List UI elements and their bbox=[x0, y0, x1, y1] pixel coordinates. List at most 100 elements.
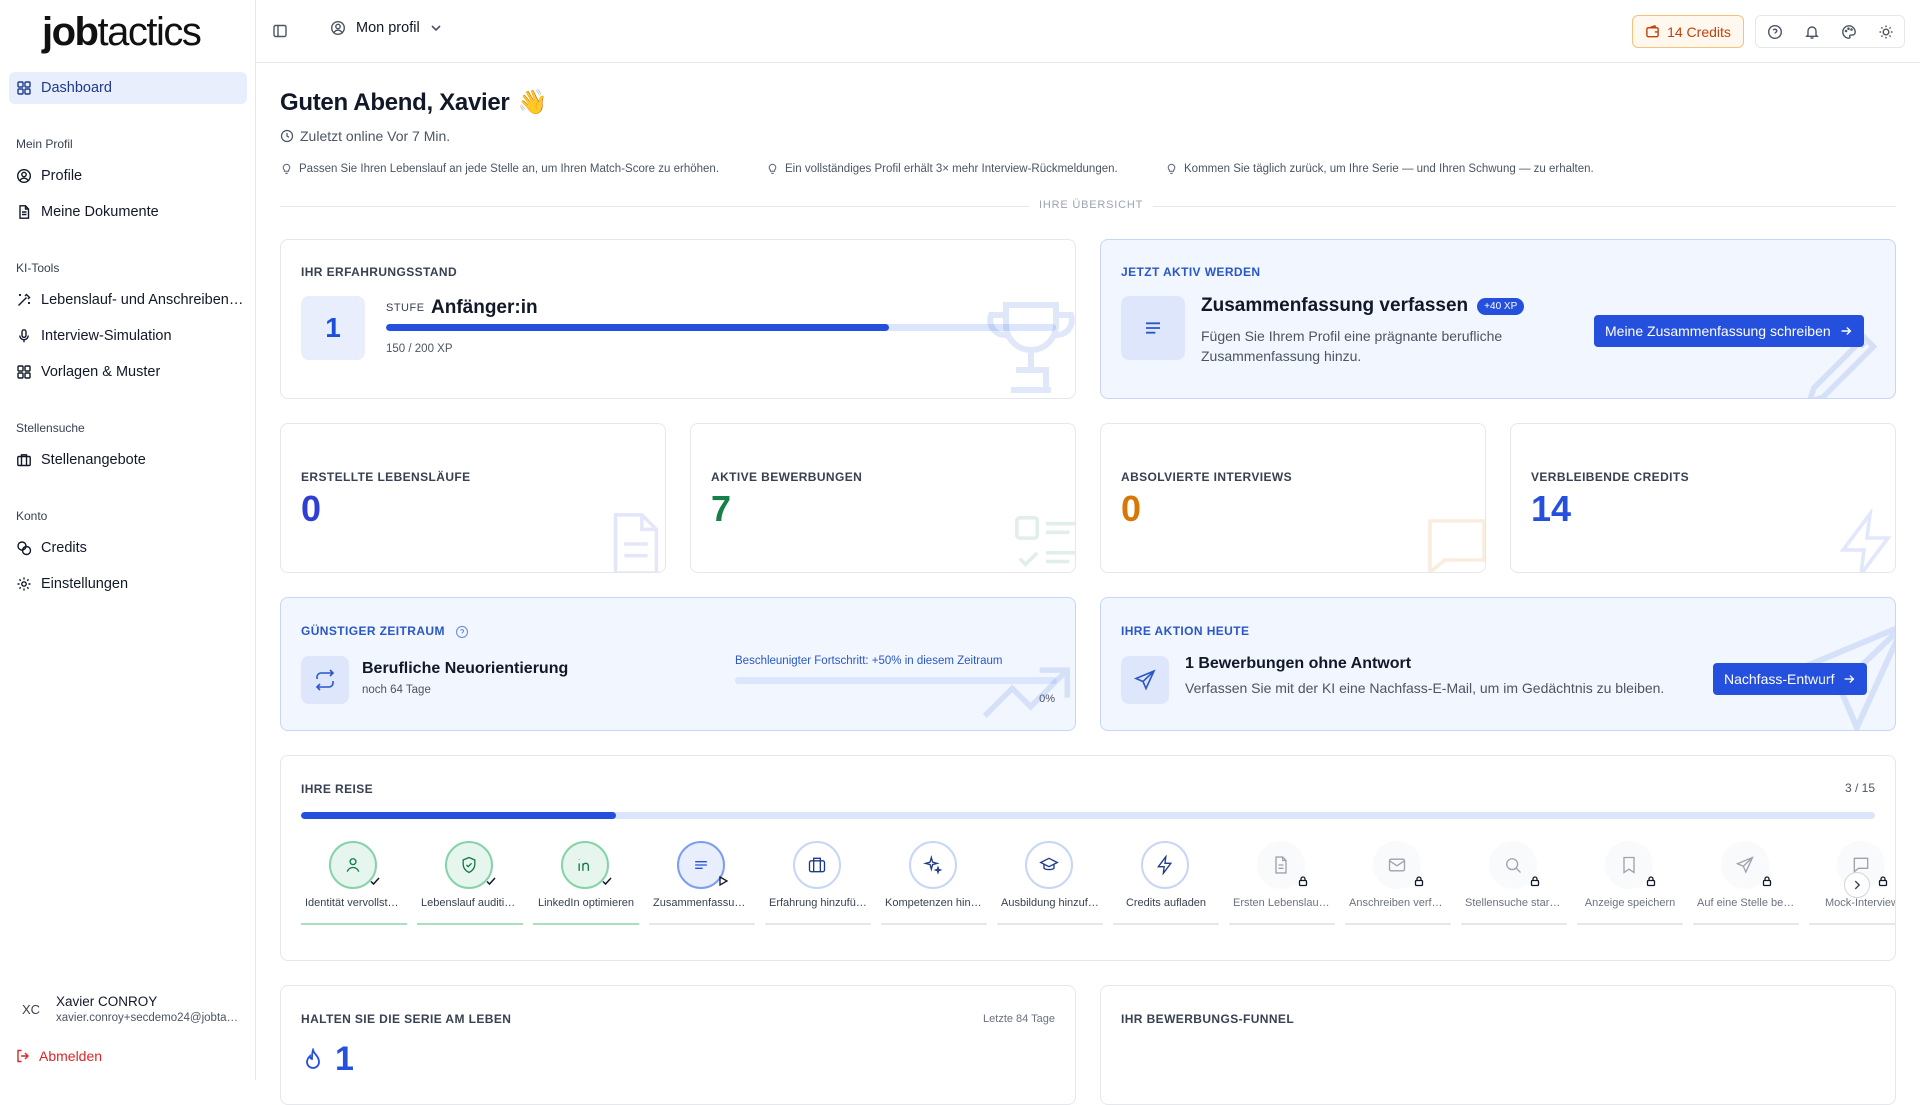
paper-plane-icon bbox=[1791, 625, 1895, 730]
stat-value: 0 bbox=[1121, 488, 1142, 529]
step-underline bbox=[881, 923, 987, 925]
step-icon-circle bbox=[1141, 841, 1189, 889]
logout-button[interactable]: Abmelden bbox=[15, 1048, 102, 1064]
templates-grid-icon bbox=[17, 365, 31, 379]
step-underline bbox=[1809, 923, 1895, 925]
xp-progress-bar bbox=[386, 324, 1056, 331]
search-icon bbox=[1506, 858, 1521, 873]
sidebar-item-profile[interactable]: Profile bbox=[9, 160, 247, 192]
streak-counter: 1 bbox=[301, 1040, 354, 1079]
stat-card-applications: AKTIVE BEWERBUNGEN 7 bbox=[690, 423, 1076, 573]
today-description: Verfassen Sie mit der KI eine Nachfass-E… bbox=[1185, 680, 1665, 696]
sidebar-item-settings[interactable]: Einstellungen bbox=[9, 568, 247, 600]
graduation-cap-icon bbox=[1039, 857, 1059, 871]
repeat-icon bbox=[315, 669, 335, 691]
journey-step[interactable]: Anschreiben verfassen bbox=[1345, 841, 1451, 927]
period-remaining: noch 64 Tage bbox=[362, 684, 431, 696]
card-title: IHRE REISE bbox=[301, 782, 374, 796]
sidebar-item-interview[interactable]: Interview-Simulation bbox=[9, 320, 247, 352]
streak-range: Letzte 84 Tage bbox=[983, 1013, 1055, 1025]
experience-card: IHR ERFAHRUNGSSTAND 1 STUFE Anfänger:in … bbox=[280, 239, 1076, 399]
pen-icon bbox=[1807, 333, 1878, 398]
stat-card-credits: VERBLEIBENDE CREDITS 14 bbox=[1510, 423, 1896, 573]
step-status-mark bbox=[485, 875, 497, 887]
step-label: Erfahrung hinzufügen bbox=[769, 897, 871, 909]
help-circle-icon[interactable] bbox=[455, 625, 469, 639]
coins-icon bbox=[17, 541, 32, 556]
journey-step[interactable]: Kompetenzen hinzufügen bbox=[881, 841, 987, 927]
sidebar-item-credits[interactable]: Credits bbox=[9, 532, 247, 564]
journey-step[interactable]: Credits aufladen bbox=[1113, 841, 1219, 927]
step-label: Identität vervollständigen bbox=[305, 897, 407, 909]
step-status-mark bbox=[1529, 875, 1541, 887]
jobtactics-logo[interactable]: jobtactics bbox=[42, 10, 202, 55]
today-headline: 1 Bewerbungen ohne Antwort bbox=[1185, 655, 1412, 672]
sidebar-item-templates[interactable]: Vorlagen & Muster bbox=[9, 356, 247, 388]
step-underline bbox=[649, 923, 755, 925]
user-card[interactable]: XC Xavier CONROY xavier.conroy+secdemo24… bbox=[14, 992, 241, 1026]
stat-card-interviews: ABSOLVIERTE INTERVIEWS 0 bbox=[1100, 423, 1486, 573]
journey-step[interactable]: Anzeige speichern bbox=[1577, 841, 1683, 927]
journey-step[interactable]: Auf eine Stelle bewerben bbox=[1693, 841, 1799, 927]
sidebar-item-dashboard[interactable]: Dashboard bbox=[9, 72, 247, 104]
journey-step[interactable]: Stellensuche starten bbox=[1461, 841, 1567, 927]
today-action-card: IHRE AKTION HEUTE 1 Bewerbungen ohne Ant… bbox=[1100, 597, 1896, 731]
journey-step[interactable]: Identität vervollständigen bbox=[301, 841, 407, 927]
sidebar-item-label: Profile bbox=[41, 168, 83, 184]
xp-badge: +40 XP bbox=[1477, 297, 1525, 315]
tip: Ein vollständiges Profil erhält 3× mehr … bbox=[766, 162, 1118, 175]
step-label: Credits aufladen bbox=[1125, 897, 1207, 909]
clock-icon bbox=[280, 129, 294, 143]
magic-wand-icon bbox=[18, 293, 31, 306]
section-label: IHRE ÜBERSICHT bbox=[1029, 199, 1154, 211]
journey-step[interactable]: Lebenslauf auditieren bbox=[417, 841, 523, 927]
lightbulb-icon bbox=[1167, 163, 1176, 174]
chevron-right-icon bbox=[1854, 880, 1861, 890]
tip-text: Ein vollständiges Profil erhält 3× mehr … bbox=[785, 162, 1118, 175]
microphone-icon bbox=[19, 329, 29, 343]
step-status-mark bbox=[717, 875, 729, 887]
journey-step[interactable]: LinkedIn optimieren bbox=[533, 841, 639, 927]
lock-icon bbox=[1298, 876, 1308, 887]
user-circle-icon bbox=[16, 168, 32, 184]
lock-icon bbox=[1414, 876, 1424, 887]
step-underline bbox=[1577, 923, 1683, 925]
journey-step[interactable]: Erfahrung hinzufügen bbox=[765, 841, 871, 927]
scroll-right-button[interactable] bbox=[1844, 872, 1870, 898]
sparkles-icon bbox=[923, 855, 943, 875]
logout-label: Abmelden bbox=[39, 1048, 103, 1064]
journey-step[interactable]: Ersten Lebenslauf erstellen bbox=[1229, 841, 1335, 927]
bolt-icon bbox=[1839, 507, 1892, 572]
send-icon bbox=[1133, 669, 1156, 691]
sidebar-item-label: Vorlagen & Muster bbox=[41, 364, 161, 380]
wave-emoji: 👋 bbox=[517, 89, 548, 116]
step-underline bbox=[301, 923, 407, 925]
lightbulb-icon bbox=[282, 163, 291, 174]
gear-icon bbox=[17, 577, 31, 591]
step-label: Ersten Lebenslauf erstellen bbox=[1233, 897, 1335, 909]
stat-label: ERSTELLTE LEBENSLÄUFE bbox=[301, 470, 471, 484]
journey-step[interactable]: Ausbildung hinzufügen bbox=[997, 841, 1103, 927]
chat-icon bbox=[1428, 519, 1485, 572]
xp-text: 150 / 200 XP bbox=[386, 343, 453, 355]
journey-step[interactable]: Zusammenfassung verfassen bbox=[649, 841, 755, 927]
level-name: Anfänger:in bbox=[431, 297, 538, 318]
sidebar-item-documents[interactable]: Meine Dokumente bbox=[9, 196, 247, 228]
document-icon bbox=[1275, 856, 1287, 874]
avatar: XC bbox=[21, 1001, 41, 1017]
stat-label: VERBLEIBENDE CREDITS bbox=[1531, 470, 1690, 484]
sidebar-item-label: Dashboard bbox=[41, 80, 112, 96]
send-icon-box bbox=[1121, 656, 1169, 704]
sidebar-item-jobs[interactable]: Stellenangebote bbox=[9, 444, 247, 476]
sidebar-section-title: Konto bbox=[16, 509, 48, 523]
step-label: Zusammenfassung verfassen bbox=[653, 897, 755, 909]
last-online: Zuletzt online Vor 7 Min. bbox=[280, 128, 450, 144]
step-label: Stellensuche starten bbox=[1465, 897, 1565, 909]
lock-icon bbox=[1878, 876, 1888, 887]
arrows-icon bbox=[982, 667, 1070, 718]
activate-action-label: Zusammenfassung verfassen bbox=[1201, 295, 1469, 316]
briefcase-icon bbox=[808, 857, 826, 873]
sidebar-item-cv-generator[interactable]: Lebenslauf- und Anschreiben-Generator bbox=[9, 284, 247, 316]
stat-value: 14 bbox=[1531, 488, 1572, 529]
tip: Kommen Sie täglich zurück, um Ihre Serie… bbox=[1165, 162, 1594, 175]
